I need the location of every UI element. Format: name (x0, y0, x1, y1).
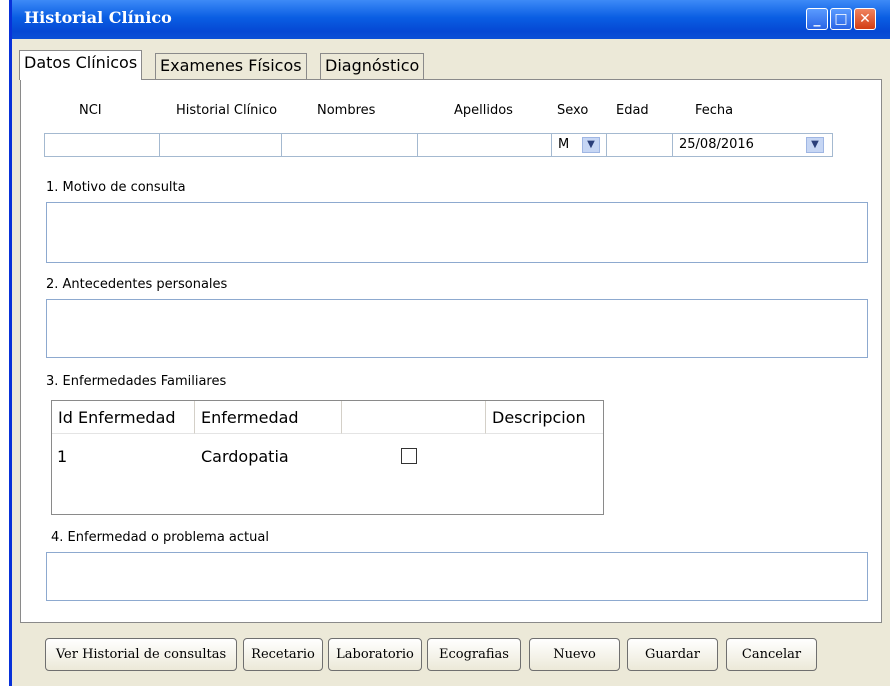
nci-header: NCI (79, 103, 102, 118)
fecha-value: 25/08/2016 (679, 137, 754, 152)
column-check[interactable] (342, 401, 486, 434)
actual-textarea[interactable] (46, 552, 868, 601)
sexo-value: M (558, 137, 570, 152)
ecografias-button[interactable]: Ecografias (427, 638, 521, 671)
ver-historial-button[interactable]: Ver Historial de consultas (45, 638, 237, 671)
cancelar-button[interactable]: Cancelar (726, 638, 817, 671)
actual-label: 4. Enfermedad o problema actual (51, 530, 269, 545)
antecedentes-textarea[interactable] (46, 299, 868, 358)
minimize-button[interactable]: _ (806, 8, 828, 30)
motivo-label: 1. Motivo de consulta (46, 180, 186, 195)
tab-examenes-fisicos[interactable]: Examenes Físicos (155, 53, 307, 79)
historial-header: Historial Clínico (176, 103, 278, 118)
guardar-button[interactable]: Guardar (627, 638, 718, 671)
nombres-header: Nombres (317, 103, 376, 118)
title-bar[interactable]: Historial Clínico _ □ ✕ (12, 0, 890, 39)
apellidos-input[interactable] (417, 133, 552, 157)
historial-input[interactable] (159, 133, 282, 157)
fecha-header: Fecha (695, 103, 734, 118)
row-enfermedad: Cardopatia (201, 447, 289, 466)
maximize-icon: □ (834, 11, 848, 27)
nuevo-button[interactable]: Nuevo (529, 638, 620, 671)
window: Historial Clínico _ □ ✕ Datos Clínicos E… (9, 0, 890, 686)
nombres-input[interactable] (281, 133, 418, 157)
column-enfermedad[interactable]: Enfermedad (195, 401, 342, 434)
window-title: Historial Clínico (24, 8, 172, 27)
fecha-picker[interactable]: 25/08/2016 ▼ (672, 133, 833, 157)
antecedentes-label: 2. Antecedentes personales (46, 277, 228, 292)
sexo-select[interactable]: M ▼ (551, 133, 607, 157)
familiares-label: 3. Enfermedades Familiares (46, 374, 227, 389)
tab-diagnostico[interactable]: Diagnóstico (320, 53, 425, 79)
motivo-textarea[interactable] (46, 202, 868, 263)
recetario-button[interactable]: Recetario (243, 638, 323, 671)
minimize-icon: _ (813, 11, 821, 27)
maximize-button[interactable]: □ (830, 8, 852, 30)
close-button[interactable]: ✕ (854, 8, 876, 30)
column-descripcion[interactable]: Descripcion (486, 401, 603, 434)
nci-input[interactable] (44, 133, 160, 157)
apellidos-header: Apellidos (454, 103, 513, 118)
tab-datos-clinicos[interactable]: Datos Clínicos (19, 50, 143, 80)
column-id-enfermedad[interactable]: Id Enfermedad (52, 401, 195, 434)
familiares-table[interactable]: Id Enfermedad Enfermedad Descripcion 1 C… (51, 400, 604, 515)
row-checkbox[interactable] (401, 448, 417, 464)
sexo-header: Sexo (557, 103, 589, 118)
edad-input[interactable] (606, 133, 673, 157)
chevron-down-icon[interactable]: ▼ (806, 137, 824, 153)
chevron-down-icon[interactable]: ▼ (582, 137, 600, 153)
close-icon: ✕ (859, 11, 871, 27)
datos-clinicos-panel: NCI Historial Clínico Nombres Apellidos … (20, 79, 882, 623)
edad-header: Edad (616, 103, 649, 118)
laboratorio-button[interactable]: Laboratorio (328, 638, 422, 671)
row-id: 1 (57, 447, 68, 466)
